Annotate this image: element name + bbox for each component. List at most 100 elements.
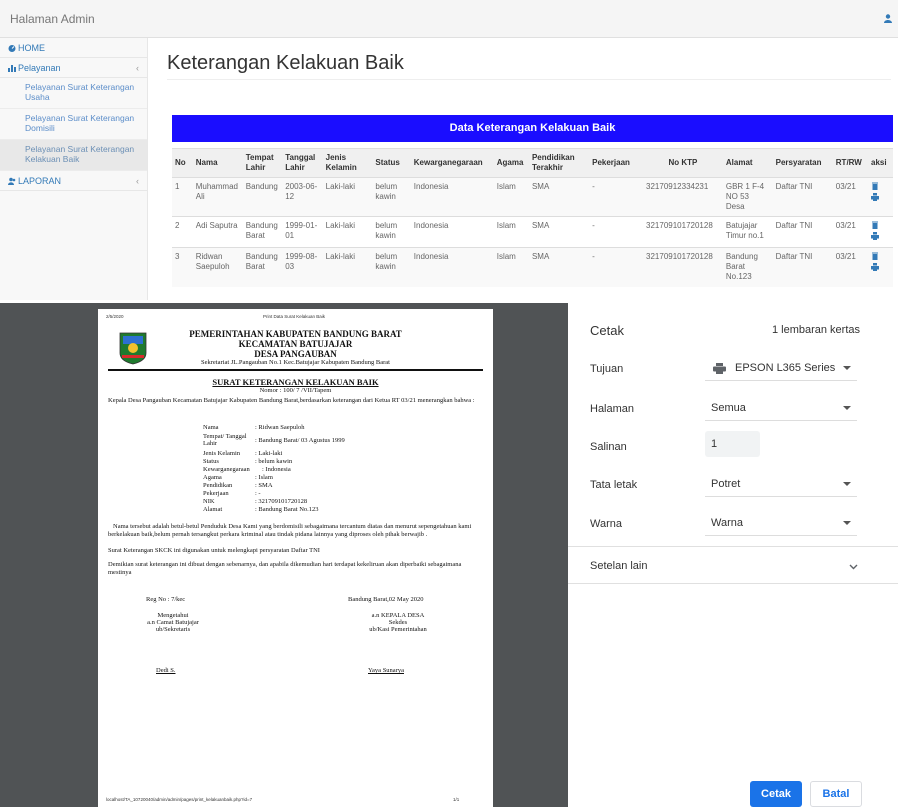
col-header: Nama bbox=[192, 148, 243, 178]
sign-line: ub/Kasi Pemerintahan bbox=[369, 626, 427, 633]
top-navbar: Halaman Admin bbox=[0, 0, 898, 38]
table-cell: GBR 1 F-4 NO 53 Desa bbox=[722, 177, 773, 217]
print-footer-url: localhost/TA_10720040/admin/admin/pages/… bbox=[106, 797, 253, 802]
field-label: Agama bbox=[203, 474, 222, 481]
sign-line: Mengetahui bbox=[157, 612, 189, 619]
print-icon[interactable] bbox=[871, 232, 880, 240]
pages-select[interactable]: Semua bbox=[705, 395, 857, 421]
print-preview-page: 2/5/2020 Print Data Surat Kelakuan Baik … bbox=[98, 309, 493, 807]
action-cell bbox=[868, 247, 893, 287]
dialog-title: Cetak bbox=[590, 323, 624, 338]
table-cell: Laki-laki bbox=[322, 177, 373, 217]
cancel-button[interactable]: Batal bbox=[810, 781, 862, 807]
table-cell: 32170912334231 bbox=[643, 177, 723, 217]
sheet-count: 1 lembaran kertas bbox=[771, 324, 860, 336]
doc-number: Nomor : 100/ 7 /VII/Tapem bbox=[259, 387, 332, 394]
col-header: aksi bbox=[868, 148, 893, 178]
field-label: Pendidikan bbox=[203, 482, 233, 489]
field-value: : SMA bbox=[255, 482, 273, 489]
table-cell: Bandung Barat No.123 bbox=[722, 247, 773, 287]
field-label: NIK bbox=[203, 498, 215, 505]
dropdown-arrow-icon bbox=[843, 406, 851, 410]
sidebar-subitem-domisili[interactable]: Pelayanan Surat Keterangan Domisili bbox=[0, 109, 147, 140]
sidebar-subitem-kelakuan-baik[interactable]: Pelayanan Surat Keterangan Kelakuan Baik bbox=[0, 140, 147, 171]
sidebar-item-laporan[interactable]: LAPORAN ‹ bbox=[0, 171, 147, 191]
right-signature-block: a.n KEPALA DESA Sekdes ub/Kasi Pemerinta… bbox=[333, 612, 463, 633]
color-label: Warna bbox=[590, 518, 622, 530]
table-header-row: No Nama Tempat Lahir Tanggal Lahir Jenis… bbox=[172, 148, 893, 178]
table-cell: Batujajar Timur no.1 bbox=[722, 216, 773, 248]
print-icon[interactable] bbox=[871, 263, 880, 271]
col-header: Pendidikan Terakhir bbox=[528, 148, 590, 178]
field-label: Alamat bbox=[203, 506, 223, 513]
col-header: Agama bbox=[493, 148, 529, 178]
field-label: Kewarganegaraan bbox=[203, 466, 250, 473]
destination-select[interactable]: EPSON L365 Series bbox=[705, 355, 857, 381]
print-page-header: Print Data Surat Kelakuan Baik bbox=[263, 314, 326, 319]
field-label: Status bbox=[203, 458, 219, 465]
dropdown-arrow-icon bbox=[843, 482, 851, 486]
trash-icon[interactable] bbox=[871, 252, 879, 260]
table-cell: - bbox=[589, 177, 644, 217]
layout-select[interactable]: Potret bbox=[705, 471, 857, 497]
field-value: : Bandung Barat/ 03 Agustus 1999 bbox=[255, 437, 345, 444]
print-button[interactable]: Cetak bbox=[750, 781, 802, 807]
kop-line-4: Sekretariat JL.Pangauban No.1 Kec.Batuja… bbox=[201, 359, 390, 366]
chevron-left-icon: ‹ bbox=[136, 175, 139, 186]
table-cell: SMA bbox=[528, 177, 590, 217]
table-cell: 1999-08-03 bbox=[282, 247, 323, 287]
table-cell: 3 bbox=[172, 247, 193, 287]
col-header: Status bbox=[372, 148, 411, 178]
table-cell: Adi Saputra bbox=[192, 216, 243, 248]
sign-line: Sekdes bbox=[388, 619, 408, 626]
trash-icon[interactable] bbox=[871, 221, 879, 229]
data-table: No Nama Tempat Lahir Tanggal Lahir Jenis… bbox=[172, 148, 893, 287]
trash-icon[interactable] bbox=[871, 182, 879, 190]
print-icon[interactable] bbox=[871, 193, 880, 201]
table-cell: Ridwan Saepuloh bbox=[192, 247, 243, 287]
copies-input[interactable]: 1 bbox=[705, 431, 760, 457]
doc-intro: Kepala Desa Pangauban Kecamatan Batujaja… bbox=[108, 397, 475, 404]
field-label: Nama bbox=[203, 424, 219, 431]
table-row: 2 Adi Saputra Bandung Barat 1999-01-01 L… bbox=[172, 216, 893, 248]
table-cell: 1999-01-01 bbox=[282, 216, 323, 248]
kop-line-1: PEMERINTAHAN KABUPATEN BANDUNG BARAT bbox=[189, 329, 402, 339]
user-icon[interactable] bbox=[884, 14, 892, 23]
sidebar-subitem-usaha[interactable]: Pelayanan Surat Keterangan Usaha bbox=[0, 78, 147, 109]
sidebar-item-label: HOME bbox=[18, 42, 45, 53]
table-cell: 321709101720128 bbox=[643, 216, 723, 248]
action-cell bbox=[868, 177, 893, 217]
field-value: : Ridwan Saepuloh bbox=[255, 424, 305, 431]
col-header: Kewarganegaraan bbox=[410, 148, 494, 178]
table-row: 3 Ridwan Saepuloh Bandung Barat 1999-08-… bbox=[172, 247, 893, 287]
doc-paragraph-1: Nama tersebut adalah betul-betul Pendudu… bbox=[108, 523, 472, 538]
place-date: Bandung Barat,02 May 2020 bbox=[348, 596, 424, 603]
table-cell: - bbox=[589, 216, 644, 248]
destination-label: Tujuan bbox=[590, 363, 624, 375]
table-cell: Daftar TNI bbox=[772, 177, 833, 217]
sign-line: ub/Sekretaris bbox=[155, 626, 191, 633]
table-cell: belum kawin bbox=[372, 177, 411, 217]
table-cell: 2003-06-12 bbox=[282, 177, 323, 217]
more-settings-toggle[interactable]: Setelan lain bbox=[568, 547, 898, 583]
kop-divider bbox=[108, 369, 483, 371]
table-cell: 321709101720128 bbox=[643, 247, 723, 287]
left-signer-name: Dedi S. bbox=[156, 667, 176, 674]
dropdown-arrow-icon bbox=[843, 366, 851, 370]
table-cell: 03/21 bbox=[832, 216, 869, 248]
table-cell: Islam bbox=[493, 177, 529, 217]
brand-title[interactable]: Halaman Admin bbox=[10, 12, 95, 26]
chevron-left-icon: ‹ bbox=[136, 62, 139, 73]
field-value: : Islam bbox=[255, 474, 273, 481]
table-row: 1 Muhammad Ali Bandung 2003-06-12 Laki-l… bbox=[172, 177, 893, 217]
chevron-down-icon bbox=[849, 564, 858, 570]
reg-number: Reg No : 7/kec bbox=[146, 596, 186, 603]
print-date: 2/5/2020 bbox=[106, 314, 124, 319]
color-select[interactable]: Warna bbox=[705, 510, 857, 536]
sidebar-item-home[interactable]: HOME bbox=[0, 38, 147, 58]
field-label: Jenis Kelamin bbox=[203, 450, 241, 457]
sidebar-item-pelayanan[interactable]: Pelayanan ‹ bbox=[0, 58, 147, 78]
table-cell: belum kawin bbox=[372, 247, 411, 287]
page-title: Keterangan Kelakuan Baik bbox=[167, 52, 404, 74]
panel-heading: Data Keterangan Kelakuan Baik bbox=[172, 115, 893, 142]
